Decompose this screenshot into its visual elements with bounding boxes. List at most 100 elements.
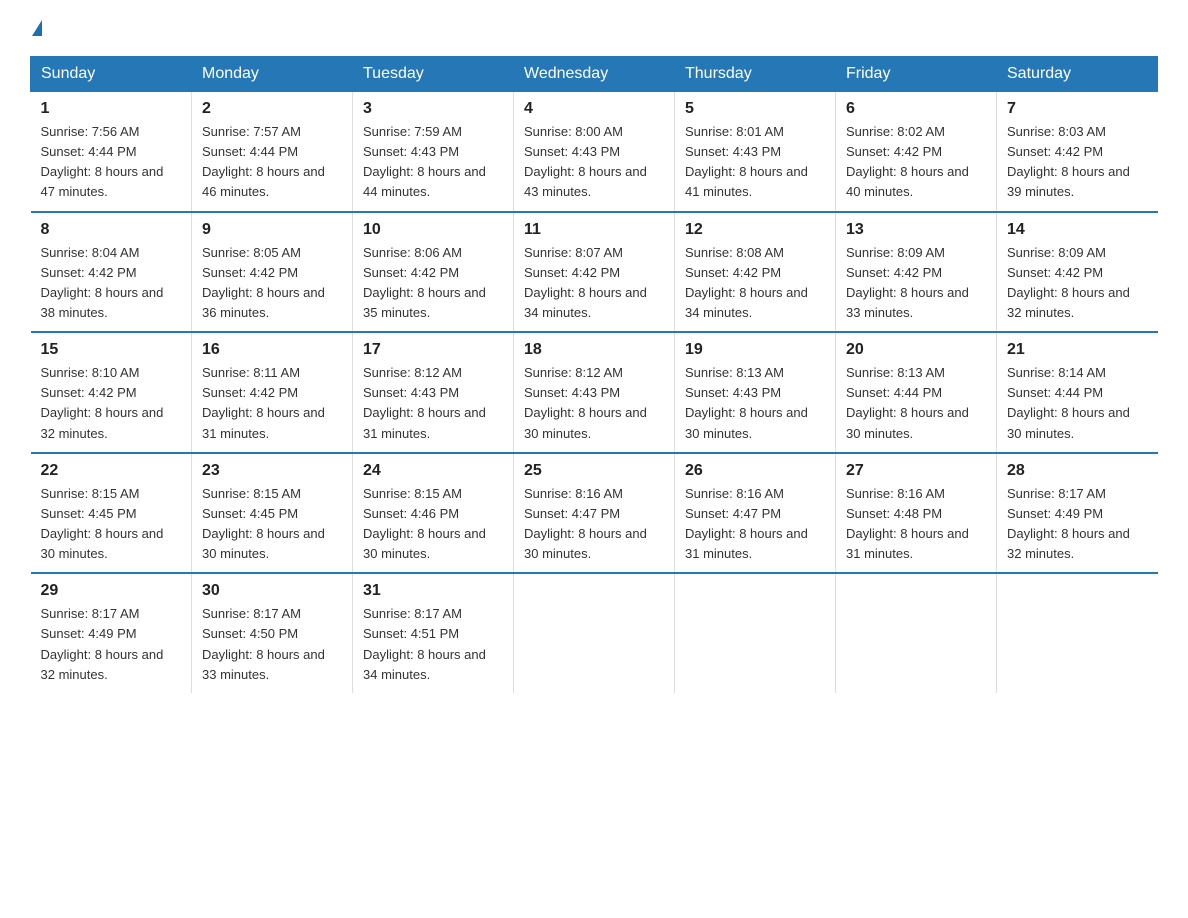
day-cell: 7 Sunrise: 8:03 AM Sunset: 4:42 PM Dayli…: [997, 92, 1158, 212]
day-cell: 4 Sunrise: 8:00 AM Sunset: 4:43 PM Dayli…: [514, 92, 675, 212]
day-number: 21: [1007, 341, 1148, 359]
day-number: 19: [685, 341, 825, 359]
day-cell: 31 Sunrise: 8:17 AM Sunset: 4:51 PM Dayl…: [353, 573, 514, 693]
day-number: 9: [202, 221, 342, 239]
day-info: Sunrise: 8:13 AM Sunset: 4:44 PM Dayligh…: [846, 365, 969, 440]
day-number: 24: [363, 462, 503, 480]
day-number: 14: [1007, 221, 1148, 239]
header-cell-monday: Monday: [192, 57, 353, 92]
day-info: Sunrise: 8:09 AM Sunset: 4:42 PM Dayligh…: [1007, 245, 1130, 320]
day-number: 18: [524, 341, 664, 359]
day-info: Sunrise: 8:08 AM Sunset: 4:42 PM Dayligh…: [685, 245, 808, 320]
logo-triangle-icon: [32, 20, 42, 36]
day-cell: 10 Sunrise: 8:06 AM Sunset: 4:42 PM Dayl…: [353, 212, 514, 333]
day-info: Sunrise: 8:15 AM Sunset: 4:45 PM Dayligh…: [41, 486, 164, 561]
week-row-3: 15 Sunrise: 8:10 AM Sunset: 4:42 PM Dayl…: [31, 332, 1158, 453]
header-cell-tuesday: Tuesday: [353, 57, 514, 92]
day-cell: 14 Sunrise: 8:09 AM Sunset: 4:42 PM Dayl…: [997, 212, 1158, 333]
day-cell: 9 Sunrise: 8:05 AM Sunset: 4:42 PM Dayli…: [192, 212, 353, 333]
day-cell: 29 Sunrise: 8:17 AM Sunset: 4:49 PM Dayl…: [31, 573, 192, 693]
day-cell: [514, 573, 675, 693]
day-cell: 18 Sunrise: 8:12 AM Sunset: 4:43 PM Dayl…: [514, 332, 675, 453]
day-number: 20: [846, 341, 986, 359]
day-info: Sunrise: 8:17 AM Sunset: 4:49 PM Dayligh…: [41, 606, 164, 681]
day-info: Sunrise: 8:01 AM Sunset: 4:43 PM Dayligh…: [685, 124, 808, 199]
day-cell: 8 Sunrise: 8:04 AM Sunset: 4:42 PM Dayli…: [31, 212, 192, 333]
day-cell: [675, 573, 836, 693]
day-cell: [997, 573, 1158, 693]
day-number: 25: [524, 462, 664, 480]
day-number: 11: [524, 221, 664, 239]
day-number: 4: [524, 100, 664, 118]
day-info: Sunrise: 8:12 AM Sunset: 4:43 PM Dayligh…: [524, 365, 647, 440]
day-info: Sunrise: 8:09 AM Sunset: 4:42 PM Dayligh…: [846, 245, 969, 320]
day-info: Sunrise: 8:16 AM Sunset: 4:47 PM Dayligh…: [524, 486, 647, 561]
day-number: 22: [41, 462, 182, 480]
day-cell: 3 Sunrise: 7:59 AM Sunset: 4:43 PM Dayli…: [353, 92, 514, 212]
day-info: Sunrise: 8:06 AM Sunset: 4:42 PM Dayligh…: [363, 245, 486, 320]
day-cell: 20 Sunrise: 8:13 AM Sunset: 4:44 PM Dayl…: [836, 332, 997, 453]
day-number: 26: [685, 462, 825, 480]
day-info: Sunrise: 8:05 AM Sunset: 4:42 PM Dayligh…: [202, 245, 325, 320]
day-info: Sunrise: 8:15 AM Sunset: 4:46 PM Dayligh…: [363, 486, 486, 561]
day-number: 30: [202, 582, 342, 600]
day-info: Sunrise: 8:14 AM Sunset: 4:44 PM Dayligh…: [1007, 365, 1130, 440]
day-info: Sunrise: 8:04 AM Sunset: 4:42 PM Dayligh…: [41, 245, 164, 320]
day-cell: 16 Sunrise: 8:11 AM Sunset: 4:42 PM Dayl…: [192, 332, 353, 453]
day-info: Sunrise: 8:12 AM Sunset: 4:43 PM Dayligh…: [363, 365, 486, 440]
day-number: 12: [685, 221, 825, 239]
day-info: Sunrise: 8:07 AM Sunset: 4:42 PM Dayligh…: [524, 245, 647, 320]
day-cell: 6 Sunrise: 8:02 AM Sunset: 4:42 PM Dayli…: [836, 92, 997, 212]
day-number: 1: [41, 100, 182, 118]
day-info: Sunrise: 7:57 AM Sunset: 4:44 PM Dayligh…: [202, 124, 325, 199]
day-cell: 1 Sunrise: 7:56 AM Sunset: 4:44 PM Dayli…: [31, 92, 192, 212]
day-info: Sunrise: 8:17 AM Sunset: 4:50 PM Dayligh…: [202, 606, 325, 681]
day-cell: [836, 573, 997, 693]
day-number: 31: [363, 582, 503, 600]
day-cell: 2 Sunrise: 7:57 AM Sunset: 4:44 PM Dayli…: [192, 92, 353, 212]
day-cell: 12 Sunrise: 8:08 AM Sunset: 4:42 PM Dayl…: [675, 212, 836, 333]
day-info: Sunrise: 8:17 AM Sunset: 4:49 PM Dayligh…: [1007, 486, 1130, 561]
day-cell: 27 Sunrise: 8:16 AM Sunset: 4:48 PM Dayl…: [836, 453, 997, 574]
day-cell: 15 Sunrise: 8:10 AM Sunset: 4:42 PM Dayl…: [31, 332, 192, 453]
week-row-5: 29 Sunrise: 8:17 AM Sunset: 4:49 PM Dayl…: [31, 573, 1158, 693]
day-cell: 26 Sunrise: 8:16 AM Sunset: 4:47 PM Dayl…: [675, 453, 836, 574]
day-info: Sunrise: 8:15 AM Sunset: 4:45 PM Dayligh…: [202, 486, 325, 561]
day-info: Sunrise: 8:00 AM Sunset: 4:43 PM Dayligh…: [524, 124, 647, 199]
day-info: Sunrise: 8:13 AM Sunset: 4:43 PM Dayligh…: [685, 365, 808, 440]
day-cell: 30 Sunrise: 8:17 AM Sunset: 4:50 PM Dayl…: [192, 573, 353, 693]
day-info: Sunrise: 8:16 AM Sunset: 4:47 PM Dayligh…: [685, 486, 808, 561]
day-cell: 11 Sunrise: 8:07 AM Sunset: 4:42 PM Dayl…: [514, 212, 675, 333]
day-cell: 13 Sunrise: 8:09 AM Sunset: 4:42 PM Dayl…: [836, 212, 997, 333]
day-info: Sunrise: 8:10 AM Sunset: 4:42 PM Dayligh…: [41, 365, 164, 440]
day-info: Sunrise: 8:17 AM Sunset: 4:51 PM Dayligh…: [363, 606, 486, 681]
day-cell: 24 Sunrise: 8:15 AM Sunset: 4:46 PM Dayl…: [353, 453, 514, 574]
day-number: 16: [202, 341, 342, 359]
day-number: 5: [685, 100, 825, 118]
header-cell-wednesday: Wednesday: [514, 57, 675, 92]
day-number: 10: [363, 221, 503, 239]
day-cell: 5 Sunrise: 8:01 AM Sunset: 4:43 PM Dayli…: [675, 92, 836, 212]
week-row-4: 22 Sunrise: 8:15 AM Sunset: 4:45 PM Dayl…: [31, 453, 1158, 574]
day-cell: 22 Sunrise: 8:15 AM Sunset: 4:45 PM Dayl…: [31, 453, 192, 574]
calendar-table: SundayMondayTuesdayWednesdayThursdayFrid…: [30, 56, 1158, 693]
day-cell: 21 Sunrise: 8:14 AM Sunset: 4:44 PM Dayl…: [997, 332, 1158, 453]
day-info: Sunrise: 8:16 AM Sunset: 4:48 PM Dayligh…: [846, 486, 969, 561]
day-cell: 23 Sunrise: 8:15 AM Sunset: 4:45 PM Dayl…: [192, 453, 353, 574]
day-info: Sunrise: 7:56 AM Sunset: 4:44 PM Dayligh…: [41, 124, 164, 199]
day-number: 6: [846, 100, 986, 118]
day-cell: 28 Sunrise: 8:17 AM Sunset: 4:49 PM Dayl…: [997, 453, 1158, 574]
day-number: 15: [41, 341, 182, 359]
day-info: Sunrise: 7:59 AM Sunset: 4:43 PM Dayligh…: [363, 124, 486, 199]
day-number: 13: [846, 221, 986, 239]
day-number: 17: [363, 341, 503, 359]
day-cell: 25 Sunrise: 8:16 AM Sunset: 4:47 PM Dayl…: [514, 453, 675, 574]
page-header: [30, 20, 1158, 36]
day-number: 7: [1007, 100, 1148, 118]
day-number: 3: [363, 100, 503, 118]
day-info: Sunrise: 8:11 AM Sunset: 4:42 PM Dayligh…: [202, 365, 325, 440]
header-cell-saturday: Saturday: [997, 57, 1158, 92]
logo: [30, 20, 42, 36]
day-cell: 19 Sunrise: 8:13 AM Sunset: 4:43 PM Dayl…: [675, 332, 836, 453]
week-row-1: 1 Sunrise: 7:56 AM Sunset: 4:44 PM Dayli…: [31, 92, 1158, 212]
